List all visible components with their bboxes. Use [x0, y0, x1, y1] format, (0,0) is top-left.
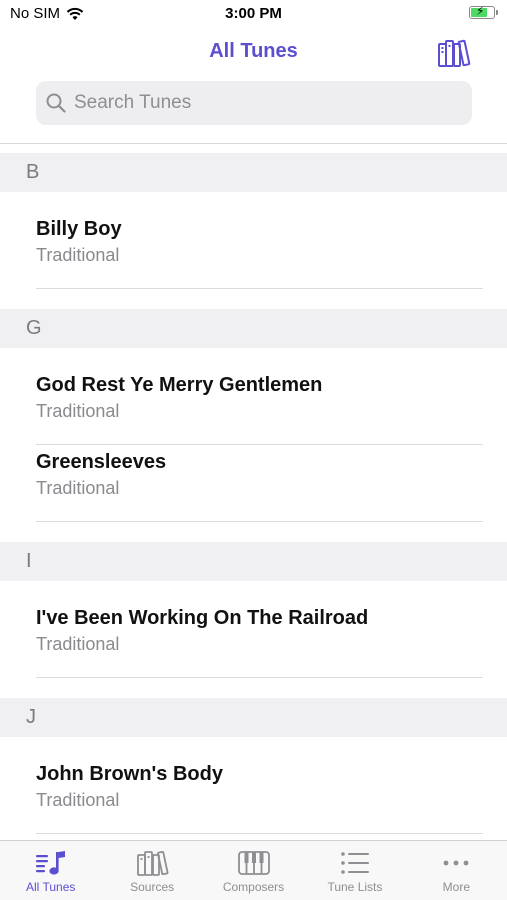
row-separator [36, 833, 483, 834]
list-icon [341, 852, 369, 874]
section-rows-j: John Brown's Body Traditional [0, 737, 507, 843]
tune-list[interactable]: B Billy Boy Traditional G God Rest Ye Me… [0, 153, 507, 843]
status-time: 3:00 PM [225, 5, 282, 22]
row-separator [36, 677, 483, 678]
section-rows-i: I've Been Working On The Railroad Tradit… [0, 581, 507, 698]
books-icon [137, 851, 169, 876]
tune-composer: Traditional [36, 245, 120, 265]
books-icon [438, 39, 471, 67]
tune-composer: Traditional [36, 634, 120, 654]
tab-tune-lists[interactable]: Tune Lists [304, 841, 405, 900]
section-letter: G [26, 317, 42, 339]
list-item[interactable]: Billy Boy Traditional [0, 212, 507, 289]
tab-sources[interactable]: Sources [101, 841, 202, 900]
tune-title: John Brown's Body [36, 763, 223, 785]
search-icon [46, 93, 66, 113]
section-header-i: I [0, 542, 507, 581]
status-bar: No SIM 3:00 PM ⚡ [0, 0, 507, 28]
tab-label: Tune Lists [327, 880, 383, 894]
tune-composer: Traditional [36, 478, 120, 498]
section-header-b: B [0, 153, 507, 192]
tune-title: Greensleeves [36, 451, 167, 473]
section-rows-b: Billy Boy Traditional [0, 192, 507, 309]
tab-more[interactable]: More [406, 841, 507, 900]
tune-composer: Traditional [36, 790, 120, 810]
piano-icon [237, 851, 270, 875]
list-item[interactable]: Greensleeves Traditional [0, 445, 507, 522]
search-field[interactable] [36, 81, 472, 125]
page-title: All Tunes [209, 40, 298, 62]
battery-icon: ⚡ [469, 4, 498, 19]
library-button[interactable] [437, 38, 471, 68]
search-input[interactable] [74, 92, 454, 114]
row-separator [36, 288, 483, 289]
tab-label: Sources [130, 880, 175, 894]
tab-label: Composers [222, 880, 285, 894]
music-note-list-icon [35, 851, 65, 875]
row-separator [36, 521, 483, 522]
tune-title: Billy Boy [36, 218, 122, 240]
tab-label: More [442, 880, 470, 894]
list-item[interactable]: John Brown's Body Traditional [0, 757, 507, 834]
section-letter: I [26, 550, 32, 572]
tab-all-tunes[interactable]: All Tunes [0, 841, 101, 900]
list-item[interactable]: I've Been Working On The Railroad Tradit… [0, 601, 507, 678]
list-item[interactable]: God Rest Ye Merry Gentlemen Traditional [0, 368, 507, 445]
tune-title: I've Been Working On The Railroad [36, 607, 369, 629]
tune-title: God Rest Ye Merry Gentlemen [36, 374, 323, 396]
tab-bar: All Tunes Sources Composers Tune Lists M… [0, 840, 507, 900]
section-rows-g: God Rest Ye Merry Gentlemen Traditional … [0, 348, 507, 542]
tab-label: All Tunes [26, 880, 76, 894]
nav-divider [0, 143, 507, 144]
tab-composers[interactable]: Composers [203, 841, 304, 900]
more-icon [443, 860, 469, 866]
section-header-g: G [0, 309, 507, 348]
section-header-j: J [0, 698, 507, 737]
section-letter: J [26, 706, 36, 728]
tune-composer: Traditional [36, 401, 120, 421]
section-letter: B [26, 161, 40, 183]
